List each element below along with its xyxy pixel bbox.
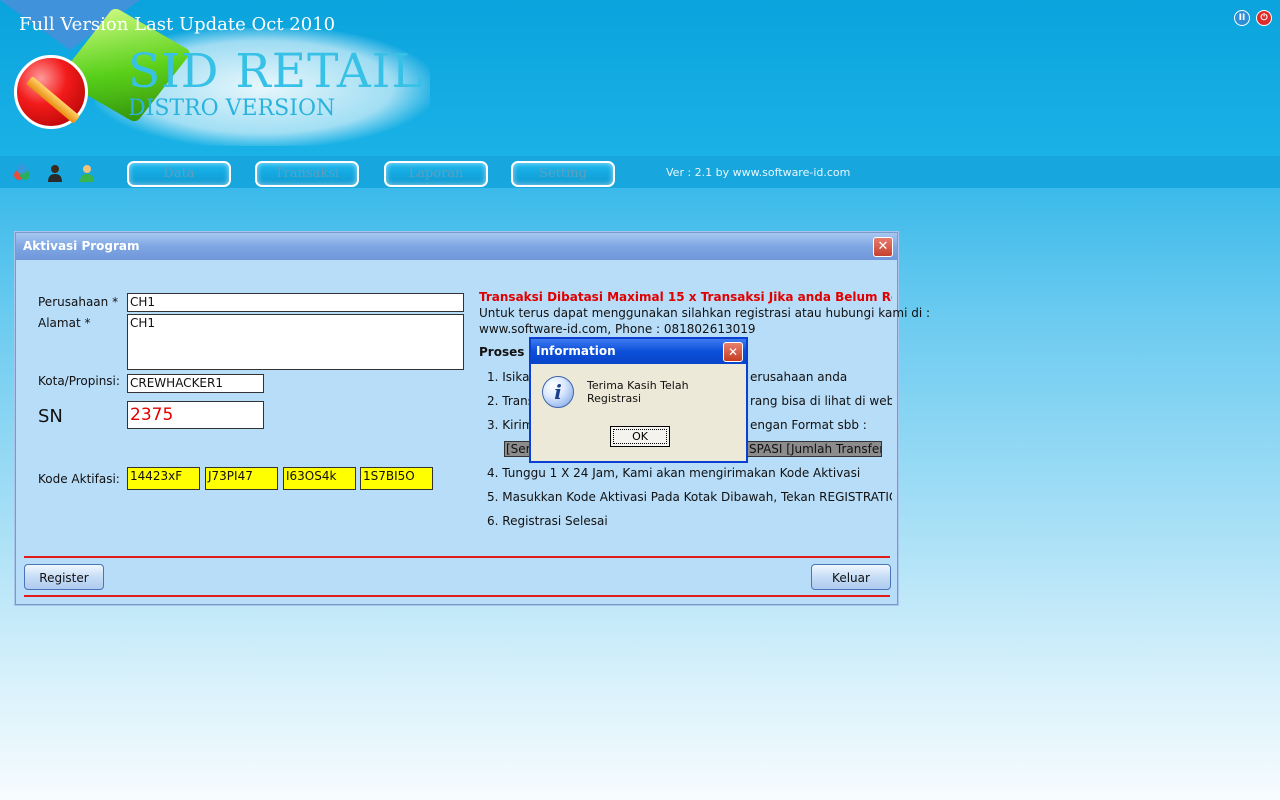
activation-dialog: Aktivasi Program ✕ Perusahaan * CH1 Alam…: [15, 232, 930, 605]
register-button[interactable]: Register: [24, 564, 104, 590]
alamat-label: Alamat *: [38, 316, 91, 330]
step-6: 6. Registrasi Selesai: [487, 514, 608, 528]
information-messagebox: Information ✕ i Terima Kasih Telah Regis…: [529, 337, 748, 463]
step-1-right: erusahaan anda: [750, 370, 848, 384]
menu-setting-button[interactable]: Setting: [511, 161, 615, 187]
kota-label: Kota/Propinsi:: [38, 374, 120, 388]
perusahaan-input[interactable]: CH1: [127, 293, 464, 312]
sn-label: SN: [38, 406, 63, 427]
perusahaan-label: Perusahaan *: [38, 295, 119, 309]
kode-input-1[interactable]: 14423xF: [127, 467, 200, 490]
power-icon[interactable]: ⏻: [1256, 10, 1272, 26]
step-2-right: rang bisa di lihat di website: [750, 394, 892, 408]
kode-input-2[interactable]: J73PI47: [205, 467, 278, 490]
kota-input[interactable]: CREWHACKER1: [127, 374, 264, 393]
messagebox-close-button[interactable]: ✕: [723, 342, 743, 362]
dialog-title: Aktivasi Program: [23, 239, 140, 253]
users-group-icon[interactable]: [12, 163, 32, 183]
step-3-right: engan Format sbb :: [750, 418, 867, 432]
messagebox-titlebar[interactable]: Information ✕: [531, 339, 746, 364]
contact-line-1: Untuk terus dapat menggunakan silahkan r…: [479, 306, 931, 320]
pause-icon[interactable]: II: [1234, 10, 1250, 26]
version-text: Ver : 2.1 by www.software-id.com: [666, 166, 851, 179]
dialog-close-button[interactable]: ✕: [873, 237, 893, 257]
format-right: SPASI [Jumlah Transfer]: [749, 442, 882, 456]
step-4: 4. Tunggu 1 X 24 Jam, Kami akan mengirim…: [487, 466, 861, 480]
registration-warning: Transaksi Dibatasi Maximal 15 x Transaks…: [479, 290, 892, 304]
step-5: 5. Masukkan Kode Aktivasi Pada Kotak Dib…: [487, 490, 892, 504]
messagebox-text: Terima Kasih Telah Registrasi: [587, 379, 689, 405]
menu-bar: Data Transaksi Laporan Setting Ver : 2.1…: [0, 156, 1280, 188]
menu-data-button[interactable]: Data: [127, 161, 231, 187]
app-subtitle: DISTRO VERSION: [128, 96, 336, 121]
step-2-left: 2. Trans: [487, 394, 534, 408]
version-banner: Full Version Last Update Oct 2010: [19, 14, 336, 35]
menu-laporan-button[interactable]: Laporan: [384, 161, 488, 187]
menu-transaksi-button[interactable]: Transaksi: [255, 161, 359, 187]
divider-top: [24, 556, 890, 558]
sn-input[interactable]: 2375: [127, 401, 264, 429]
divider-bottom: [24, 595, 890, 597]
messagebox-title: Information: [536, 344, 616, 358]
app-title: SID RETAIL: [128, 44, 424, 99]
user-dark-icon[interactable]: [45, 163, 65, 183]
contact-line-2: www.software-id.com, Phone : 08180261301…: [479, 322, 756, 336]
ok-button[interactable]: OK: [610, 426, 670, 447]
kode-input-4[interactable]: 1S7BI5O: [360, 467, 433, 490]
user-green-icon[interactable]: [77, 163, 97, 183]
dialog-titlebar[interactable]: Aktivasi Program ✕: [16, 233, 897, 260]
alamat-textarea[interactable]: CH1: [127, 314, 464, 370]
app-header: Full Version Last Update Oct 2010 SID RE…: [0, 0, 1280, 155]
kode-input-3[interactable]: I63OS4k: [283, 467, 356, 490]
info-icon: i: [542, 376, 574, 408]
keluar-button[interactable]: Keluar: [811, 564, 891, 590]
kode-aktifasi-label: Kode Aktifasi:: [38, 472, 120, 486]
